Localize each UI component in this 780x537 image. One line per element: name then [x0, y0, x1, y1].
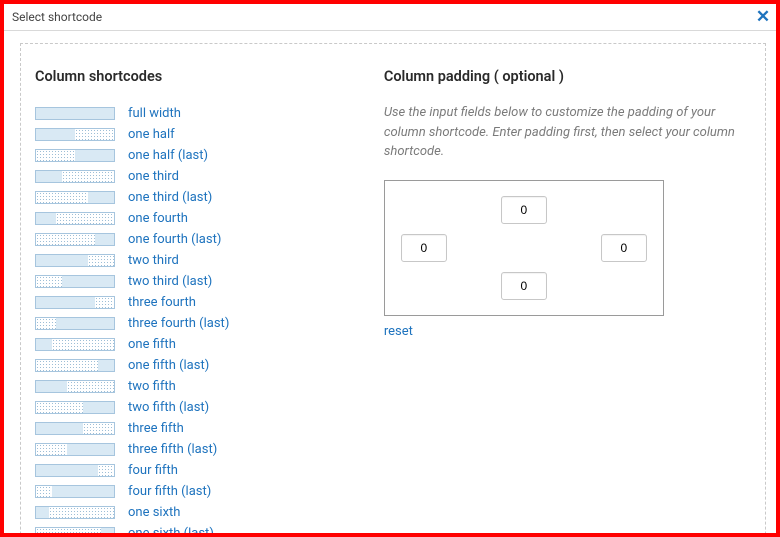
- content-panel: Column shortcodes full width one half one …: [20, 43, 766, 533]
- shortcode-list: full width one half one half (last) one thi…: [35, 103, 374, 533]
- shortcode-one-half-last[interactable]: one half (last): [35, 145, 374, 166]
- column-icon: [35, 401, 115, 414]
- dialog-title: Select shortcode: [12, 10, 102, 24]
- shortcode-dialog: Select shortcode ✕ Column shortcodes ful…: [4, 4, 776, 533]
- shortcode-one-sixth[interactable]: one sixth: [35, 502, 374, 523]
- shortcode-label: one fourth: [128, 211, 188, 226]
- column-icon: [35, 191, 115, 204]
- shortcode-three-fourth-last[interactable]: three fourth (last): [35, 313, 374, 334]
- shortcode-full-width[interactable]: full width: [35, 103, 374, 124]
- column-padding-section: Column padding ( optional ) Use the inpu…: [374, 68, 741, 533]
- shortcode-label: one third (last): [128, 190, 212, 205]
- shortcode-two-third[interactable]: two third: [35, 250, 374, 271]
- shortcode-four-fifth-last[interactable]: four fifth (last): [35, 481, 374, 502]
- shortcode-label: two fifth (last): [128, 400, 209, 415]
- column-icon: [35, 212, 115, 225]
- column-icon: [35, 149, 115, 162]
- shortcode-one-sixth-last[interactable]: one sixth (last): [35, 523, 374, 533]
- shortcode-label: three fourth (last): [128, 316, 229, 331]
- shortcode-one-fourth[interactable]: one fourth: [35, 208, 374, 229]
- padding-box: [384, 180, 664, 316]
- column-icon: [35, 233, 115, 246]
- shortcode-one-fifth[interactable]: one fifth: [35, 334, 374, 355]
- shortcode-label: one third: [128, 169, 179, 184]
- shortcode-label: one fourth (last): [128, 232, 221, 247]
- shortcode-label: one sixth: [128, 505, 180, 520]
- shortcode-label: three fifth: [128, 421, 184, 436]
- column-icon: [35, 443, 115, 456]
- padding-left-input[interactable]: [401, 234, 447, 262]
- column-icon: [35, 485, 115, 498]
- shortcode-four-fifth[interactable]: four fifth: [35, 460, 374, 481]
- shortcode-three-fifth[interactable]: three fifth: [35, 418, 374, 439]
- padding-right-input[interactable]: [601, 234, 647, 262]
- column-icon: [35, 338, 115, 351]
- column-shortcodes-title: Column shortcodes: [35, 68, 374, 85]
- column-padding-title: Column padding ( optional ): [384, 68, 741, 85]
- column-icon: [35, 107, 115, 120]
- padding-top-input[interactable]: [501, 196, 547, 224]
- column-icon: [35, 359, 115, 372]
- column-icon: [35, 275, 115, 288]
- shortcode-one-third[interactable]: one third: [35, 166, 374, 187]
- shortcode-three-fourth[interactable]: three fourth: [35, 292, 374, 313]
- shortcode-two-third-last[interactable]: two third (last): [35, 271, 374, 292]
- shortcode-label: full width: [128, 106, 181, 121]
- column-icon: [35, 380, 115, 393]
- column-icon: [35, 170, 115, 183]
- dialog-header: Select shortcode ✕: [4, 4, 776, 31]
- shortcode-two-fifth[interactable]: two fifth: [35, 376, 374, 397]
- shortcode-label: one half (last): [128, 148, 208, 163]
- shortcode-label: one fifth: [128, 337, 176, 352]
- column-icon: [35, 464, 115, 477]
- padding-help-text: Use the input fields below to customize …: [384, 103, 741, 162]
- shortcode-label: one fifth (last): [128, 358, 209, 373]
- column-icon: [35, 422, 115, 435]
- column-icon: [35, 317, 115, 330]
- shortcode-one-fifth-last[interactable]: one fifth (last): [35, 355, 374, 376]
- shortcode-one-third-last[interactable]: one third (last): [35, 187, 374, 208]
- column-shortcodes-section: Column shortcodes full width one half one …: [35, 68, 374, 533]
- shortcode-three-fifth-last[interactable]: three fifth (last): [35, 439, 374, 460]
- shortcode-label: four fifth: [128, 463, 178, 478]
- column-icon: [35, 296, 115, 309]
- shortcode-label: three fifth (last): [128, 442, 217, 457]
- column-icon: [35, 128, 115, 141]
- shortcode-label: three fourth: [128, 295, 196, 310]
- shortcode-two-fifth-last[interactable]: two fifth (last): [35, 397, 374, 418]
- column-icon: [35, 506, 115, 519]
- shortcode-label: two fifth: [128, 379, 176, 394]
- shortcode-label: one half: [128, 127, 175, 142]
- padding-bottom-input[interactable]: [501, 272, 547, 300]
- column-icon: [35, 254, 115, 267]
- shortcode-label: four fifth (last): [128, 484, 211, 499]
- shortcode-label: two third: [128, 253, 179, 268]
- close-icon[interactable]: ✕: [750, 4, 776, 30]
- shortcode-one-half[interactable]: one half: [35, 124, 374, 145]
- column-icon: [35, 527, 115, 533]
- reset-link[interactable]: reset: [384, 324, 413, 339]
- shortcode-label: two third (last): [128, 274, 212, 289]
- dialog-body[interactable]: Column shortcodes full width one half one …: [4, 31, 776, 533]
- shortcode-label: one sixth (last): [128, 526, 214, 533]
- shortcode-one-fourth-last[interactable]: one fourth (last): [35, 229, 374, 250]
